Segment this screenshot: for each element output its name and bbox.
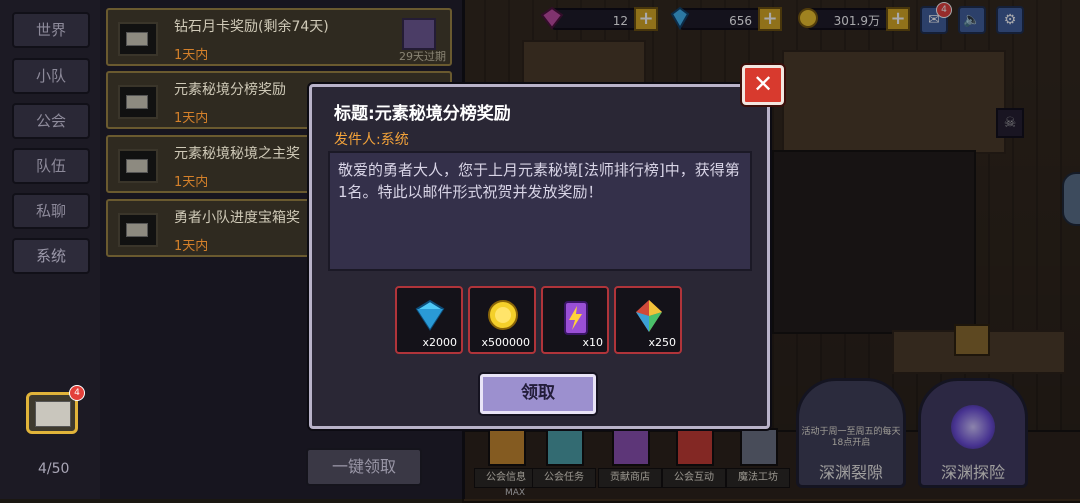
skull-icon[interactable]: ☠ [996,108,1024,138]
abyss-rift-note: 活动于周一至周五的每天18点开启 [801,427,901,448]
crown-icon [488,428,526,466]
mailbox-button[interactable]: 4 [26,385,85,434]
mail-time: 1天内 [174,111,209,126]
side-drawer-tab[interactable] [1062,172,1080,226]
abyss-explore-label: 深渊探险 [940,463,1005,482]
scene-gate [772,150,976,334]
mail-item[interactable]: 钻石月卡奖励(剩余74天) 1天内 29天过期 [106,8,452,66]
dialog-body: 敬爱的勇者大人，您于上月元素秘境[法师排行榜]中，获得第1名。特此以邮件形式祝贺… [328,151,752,271]
add-purple-gem-button[interactable]: + [634,7,658,31]
mail-time: 1天内 [174,175,209,190]
close-button[interactable]: ✕ [742,65,784,105]
reward-slot-energy[interactable]: x10 [541,286,609,354]
reward-slot-crystal[interactable]: x250 [614,286,682,354]
envelope-icon [118,22,158,56]
gold-value: 301.9万 [833,14,880,28]
sword-icon [676,428,714,466]
energy-battery-icon [564,301,588,335]
tab-guild[interactable]: 公会 [12,103,90,139]
add-diamond-button[interactable]: + [758,7,782,31]
trophy-icon [546,428,584,466]
reward-slot-gold[interactable]: x500000 [468,286,536,354]
speaker-icon: 🔈 [963,12,981,28]
envelope-icon [118,213,158,247]
diamond-counter: 656 + [670,6,782,31]
shop-icon [612,428,650,466]
gift-chest-icon [402,18,436,50]
guild-interact-button[interactable]: 公会互动 [662,428,726,492]
guild-task-button[interactable]: 公会任务 [532,428,596,492]
reward-slot-diamond[interactable]: x2000 [395,286,463,354]
guild-info-label: 公会信息 [474,468,538,488]
mail-title: 钻石月卡奖励(剩余74天) [174,19,329,35]
guild-task-label: 公会任务 [532,468,596,488]
guild-info-button[interactable]: 公会信息 [474,428,538,492]
mail-count: 4/50 [38,461,70,477]
channel-tab-column: 世界 小队 公会 队伍 私聊 系统 4 [0,0,100,499]
abyss-rift-portal[interactable]: 活动于周一至周五的每天18点开启 深渊裂隙 [796,378,906,488]
gold-coin-icon [488,300,518,330]
purple-gem-icon [540,6,564,30]
contribution-shop-button[interactable]: 贡献商店 [598,428,662,492]
settings-button[interactable]: ⚙ [996,6,1024,34]
gold-counter: 301.9万 + [798,7,910,31]
close-icon: ✕ [752,70,774,98]
claim-button[interactable]: 领取 [480,374,596,414]
purple-gem-counter: 12 + [540,6,658,31]
guild-interact-label: 公会互动 [662,468,726,488]
dialog-title: 标题:元素秘境分榜奖励 [334,104,511,124]
dialog-sender: 发件人:系统 [334,132,409,148]
mail-time: 1天内 [174,239,209,254]
reward-qty: x2000 [422,336,457,349]
portal-swirl-icon [951,405,995,449]
scene-building [782,50,1006,154]
mail-title: 勇者小队进度宝箱奖 [174,210,300,226]
envelope-icon [118,149,158,183]
reward-qty: x500000 [481,336,530,349]
envelope-icon [118,85,158,119]
cauldron-icon [740,428,778,466]
purple-gem-value: 12 [612,14,628,28]
tab-team[interactable]: 队伍 [12,148,90,184]
mail-button[interactable]: ✉ 4 [920,2,952,34]
abyss-explore-portal[interactable]: 深渊探险 [918,378,1028,488]
mail-badge: 4 [936,2,952,18]
diamond-icon [668,6,692,31]
tab-system[interactable]: 系统 [12,238,90,274]
gold-coin-icon [796,6,820,30]
tab-world[interactable]: 世界 [12,12,90,48]
magic-workshop-button[interactable]: 魔法工坊 [726,428,790,492]
mail-time: 1天内 [174,48,209,63]
envelope-icon [35,401,71,427]
diamond-icon [415,299,445,331]
sound-button[interactable]: 🔈 [958,6,986,34]
mail-title: 元素秘境秘境之主奖 [174,146,300,162]
treasure-chest-icon[interactable] [954,324,990,356]
element-crystal-icon [636,300,662,332]
tab-squad[interactable]: 小队 [12,58,90,94]
abyss-rift-label: 深渊裂隙 [818,463,883,482]
max-label: MAX [505,488,526,498]
tab-private[interactable]: 私聊 [12,193,90,229]
mail-title: 元素秘境分榜奖励 [174,82,286,98]
add-gold-button[interactable]: + [886,7,910,31]
mail-expire: 29天过期 [399,50,446,63]
reward-qty: x250 [648,336,676,349]
magic-workshop-label: 魔法工坊 [726,468,790,488]
one-key-claim-button[interactable]: 一键领取 [306,448,422,486]
contribution-shop-label: 贡献商店 [598,468,662,488]
reward-qty: x10 [582,336,603,349]
diamond-value: 656 [729,14,752,28]
gear-icon: ⚙ [1003,12,1017,28]
mailbox-badge: 4 [69,385,85,401]
